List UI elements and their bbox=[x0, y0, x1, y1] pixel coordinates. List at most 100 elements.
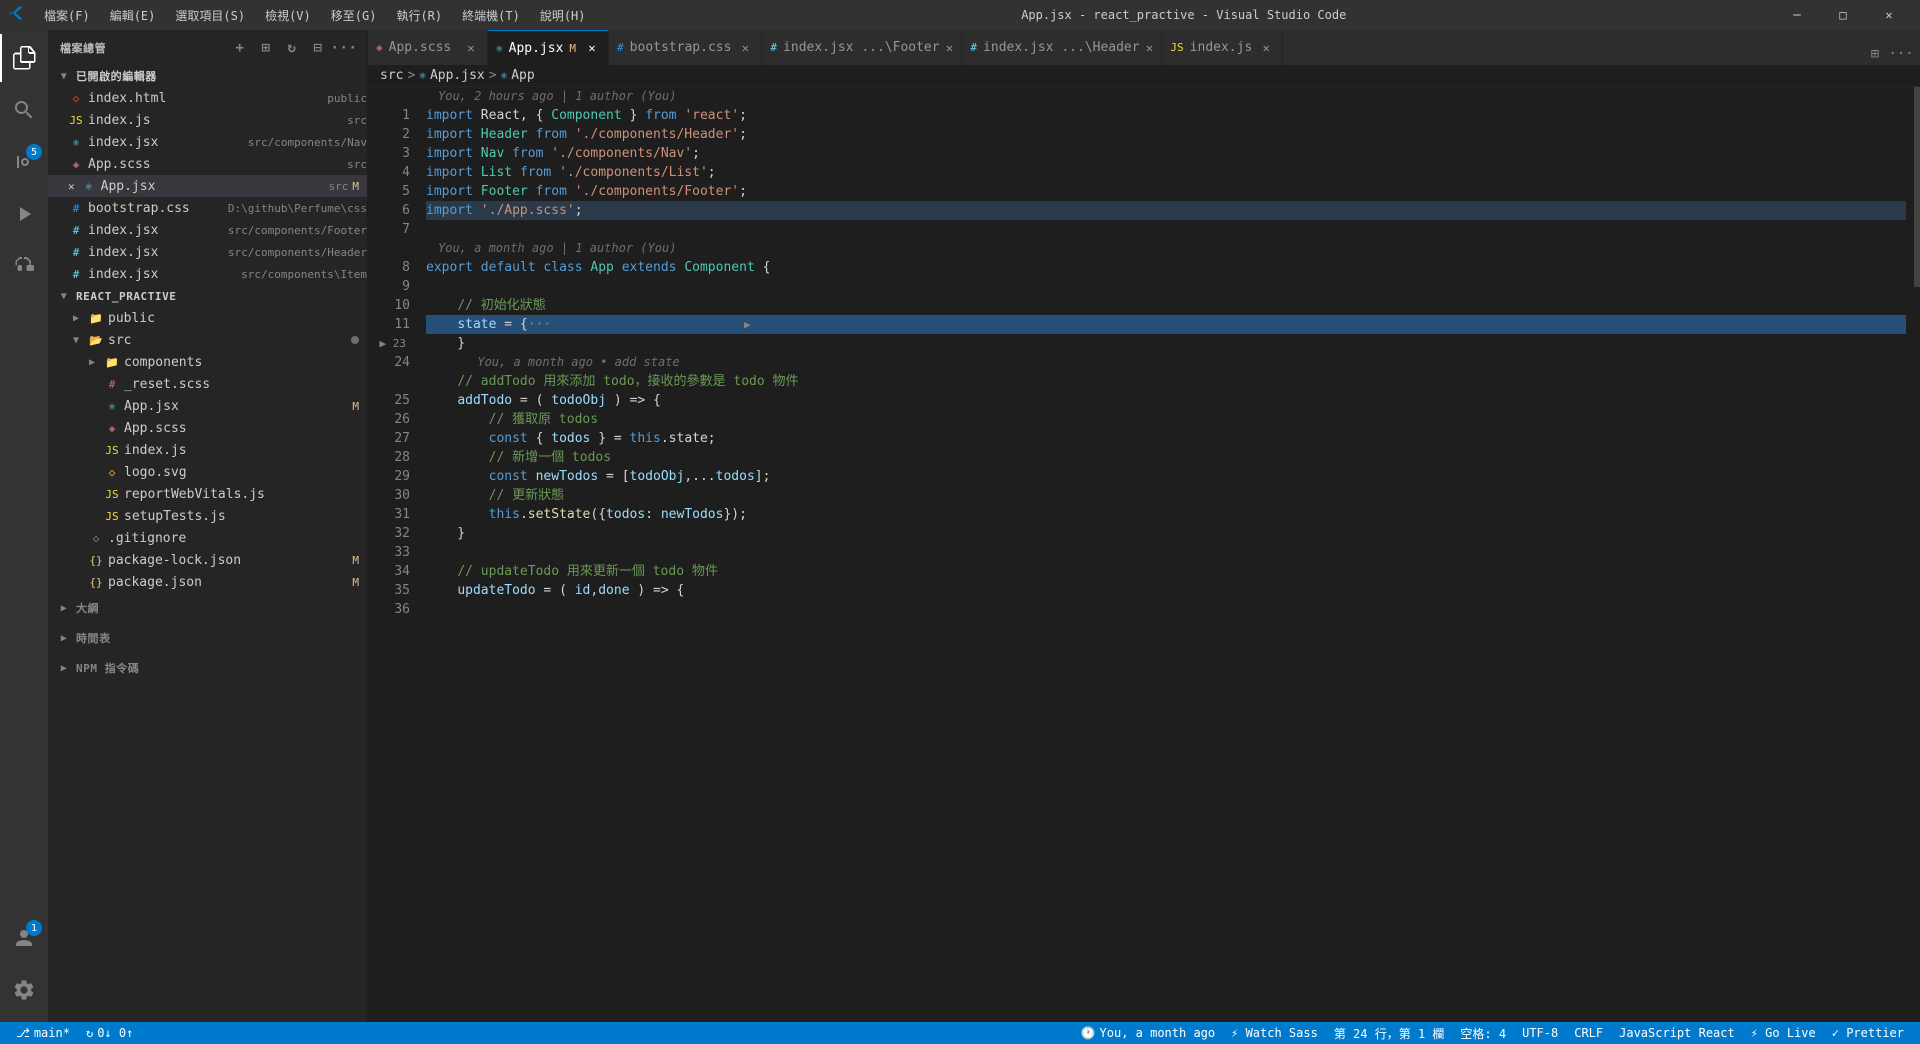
activity-settings[interactable] bbox=[0, 966, 48, 1014]
folder-public[interactable]: 📁 public bbox=[48, 307, 367, 329]
tab-actions: ⊞ ··· bbox=[1856, 43, 1920, 65]
open-file-indexjsx-item[interactable]: # index.jsx src/components\Item bbox=[48, 263, 367, 285]
open-file-indexjsx-header[interactable]: # index.jsx src/components/Header bbox=[48, 241, 367, 263]
tab-indexjsx-header-close[interactable]: ✕ bbox=[946, 40, 954, 56]
tab-appjsx-close[interactable]: ✕ bbox=[584, 40, 600, 56]
open-file-appjsx[interactable]: ✕ ⚛ App.jsx src M bbox=[48, 175, 367, 197]
code-editor[interactable]: You, 2 hours ago | 1 author (You) import… bbox=[418, 87, 1906, 1022]
open-editors-header[interactable]: 已開啟的編輯器 bbox=[48, 65, 367, 87]
folder-components[interactable]: 📁 components bbox=[48, 351, 367, 373]
activity-source-control[interactable]: 5 bbox=[0, 138, 48, 186]
open-file-indexjsx-item-path: src/components\Item bbox=[241, 268, 367, 281]
tab-indexjsx-footer[interactable]: # index.jsx ...\Header ✕ bbox=[962, 30, 1162, 65]
file-reportwebvitals[interactable]: JS reportWebVitals.js bbox=[48, 483, 367, 505]
file-appjsx-badge: M bbox=[352, 400, 359, 413]
file-indexjs-name: index.js bbox=[124, 443, 367, 458]
file-packagejson-name: package.json bbox=[108, 575, 348, 590]
status-watchsass[interactable]: ⚡ Watch Sass bbox=[1223, 1022, 1326, 1044]
open-file-indexjsx-nav[interactable]: ⚛ index.jsx src/components/Nav bbox=[48, 131, 367, 153]
file-appjsx[interactable]: ⚛ App.jsx M bbox=[48, 395, 367, 417]
split-editor-button[interactable]: ⊞ bbox=[1864, 43, 1886, 65]
menu-terminal[interactable]: 終端機(T) bbox=[454, 5, 528, 26]
project-header[interactable]: REACT_PRACTIVE bbox=[48, 285, 367, 307]
file-appscss[interactable]: ◈ App.scss bbox=[48, 417, 367, 439]
status-blame[interactable]: 🕐 You, a month ago bbox=[1073, 1022, 1224, 1044]
minimize-button[interactable]: ─ bbox=[1774, 0, 1820, 30]
vscode-logo bbox=[8, 5, 24, 26]
outline-section: 大綱 bbox=[48, 593, 367, 623]
open-file-indexjsx-nav-name: index.jsx bbox=[88, 135, 240, 150]
activity-account[interactable]: 1 bbox=[0, 914, 48, 962]
tab-appscss[interactable]: ◈ App.scss ✕ bbox=[368, 30, 488, 65]
tab-appjsx[interactable]: ⚛ App.jsx M ✕ bbox=[488, 30, 609, 65]
new-file-button[interactable]: + bbox=[229, 37, 251, 59]
breadcrumb-appjsx[interactable]: App.jsx bbox=[430, 68, 485, 83]
css-icon: # bbox=[68, 200, 84, 216]
status-cursor-text: 第 24 行，第 1 欄 bbox=[1334, 1025, 1445, 1042]
src-arrow bbox=[68, 332, 84, 348]
file-logosvg[interactable]: ◇ logo.svg bbox=[48, 461, 367, 483]
maximize-button[interactable]: □ bbox=[1820, 0, 1866, 30]
tab-indexjs[interactable]: JS index.js ✕ bbox=[1162, 30, 1283, 65]
scrollbar-track[interactable] bbox=[1906, 87, 1920, 1022]
open-file-indexjsx-item-name: index.jsx bbox=[88, 267, 233, 282]
menu-help[interactable]: 說明(H) bbox=[532, 5, 594, 26]
file-package-lock[interactable]: {} package-lock.json M bbox=[48, 549, 367, 571]
status-sync[interactable]: ↻ 0↓ 0↑ bbox=[78, 1022, 141, 1044]
menu-view[interactable]: 檢視(V) bbox=[257, 5, 319, 26]
timeline-header[interactable]: 時間表 bbox=[48, 627, 367, 649]
collapse-button[interactable]: ⊟ bbox=[307, 37, 329, 59]
status-line-ending[interactable]: CRLF bbox=[1566, 1022, 1611, 1044]
status-golive[interactable]: ⚡ Go Live bbox=[1743, 1022, 1824, 1044]
activity-explorer[interactable] bbox=[0, 34, 48, 82]
file-setuptests[interactable]: JS setupTests.js bbox=[48, 505, 367, 527]
open-file-appscss[interactable]: ◈ App.scss src bbox=[48, 153, 367, 175]
open-file-bootstrap[interactable]: # bootstrap.css D:\github\Perfume\css bbox=[48, 197, 367, 219]
status-cursor[interactable]: 第 24 行，第 1 欄 bbox=[1326, 1022, 1453, 1044]
json-icon: {} bbox=[88, 574, 104, 590]
scrollbar-thumb[interactable] bbox=[1914, 87, 1920, 287]
status-spaces[interactable]: 空格: 4 bbox=[1452, 1022, 1514, 1044]
activity-extensions[interactable] bbox=[0, 242, 48, 290]
menu-goto[interactable]: 移至(G) bbox=[323, 5, 385, 26]
status-language[interactable]: JavaScript React bbox=[1611, 1022, 1743, 1044]
file-packagejson[interactable]: {} package.json M bbox=[48, 571, 367, 593]
tab-bootstrap-close[interactable]: ✕ bbox=[737, 40, 753, 56]
tab-indexjsx-header[interactable]: # index.jsx ...\Footer ✕ bbox=[762, 30, 962, 65]
open-file-indexjs[interactable]: JS index.js src bbox=[48, 109, 367, 131]
outline-header[interactable]: 大綱 bbox=[48, 597, 367, 619]
new-folder-button[interactable]: ⊞ bbox=[255, 37, 277, 59]
html-icon: ◇ bbox=[68, 90, 84, 106]
menu-edit[interactable]: 編輯(E) bbox=[102, 5, 164, 26]
status-branch[interactable]: ⎇ main* bbox=[8, 1022, 78, 1044]
activity-run-debug[interactable] bbox=[0, 190, 48, 238]
code-line-25: // addTodo 用來添加 todo，接收的參數是 todo 物件 bbox=[426, 372, 1906, 391]
file-gitignore[interactable]: ◇ .gitignore bbox=[48, 527, 367, 549]
folder-src[interactable]: 📂 src bbox=[48, 329, 367, 351]
status-encoding[interactable]: UTF-8 bbox=[1514, 1022, 1566, 1044]
menu-run[interactable]: 執行(R) bbox=[388, 5, 450, 26]
breadcrumb-src[interactable]: src bbox=[380, 68, 403, 83]
menu-selection[interactable]: 選取項目(S) bbox=[167, 5, 253, 26]
breadcrumb-app[interactable]: App bbox=[511, 68, 534, 83]
refresh-button[interactable]: ↻ bbox=[281, 37, 303, 59]
close-button[interactable]: ✕ bbox=[1866, 0, 1912, 30]
npm-arrow bbox=[56, 660, 72, 676]
tab-appscss-close[interactable]: ✕ bbox=[463, 40, 479, 56]
appjsx-modified-badge: M bbox=[352, 180, 359, 193]
tab-indexjs-close[interactable]: ✕ bbox=[1258, 40, 1274, 56]
file-logosvg-name: logo.svg bbox=[124, 465, 367, 480]
open-file-indexjsx-footer[interactable]: # index.jsx src/components/Footer bbox=[48, 219, 367, 241]
menu-file[interactable]: 檔案(F) bbox=[36, 5, 98, 26]
activity-search[interactable] bbox=[0, 86, 48, 134]
more-tabs-button[interactable]: ··· bbox=[1890, 43, 1912, 65]
file-indexjs[interactable]: JS index.js bbox=[48, 439, 367, 461]
more-actions-button[interactable]: ··· bbox=[333, 37, 355, 59]
open-file-indexhtml[interactable]: ◇ index.html public bbox=[48, 87, 367, 109]
status-prettier[interactable]: ✓ Prettier bbox=[1824, 1022, 1912, 1044]
tab-indexjsx-footer-close[interactable]: ✕ bbox=[1146, 40, 1154, 56]
file-reset-scss[interactable]: # _reset.scss bbox=[48, 373, 367, 395]
tab-bootstrap[interactable]: # bootstrap.css ✕ bbox=[609, 30, 762, 65]
file-reset-scss-name: _reset.scss bbox=[124, 377, 367, 392]
npm-header[interactable]: NPM 指令碼 bbox=[48, 657, 367, 679]
